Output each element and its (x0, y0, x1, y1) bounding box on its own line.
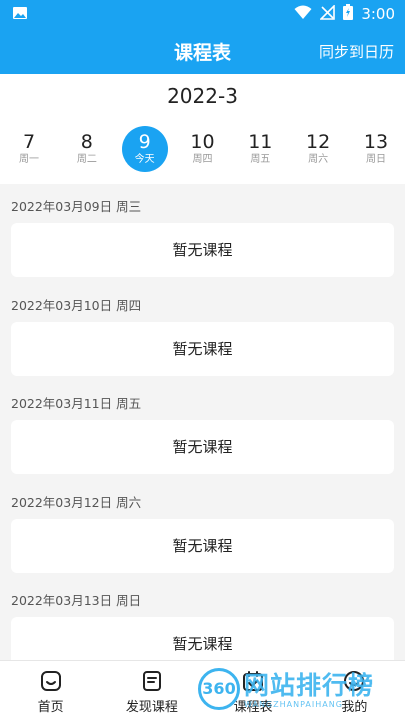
day-cell-13[interactable]: 13 周日 (348, 126, 404, 178)
tab-label: 首页 (37, 700, 64, 715)
empty-course-card: 暂无课程 (11, 223, 394, 277)
day-weekday: 周五 (250, 154, 271, 165)
day-weekday: 周一 (19, 154, 39, 165)
day-number: 8 (80, 131, 93, 153)
battery-icon (343, 4, 354, 24)
discover-icon (141, 670, 163, 692)
day-weekday: 今天 (134, 154, 155, 165)
day-cell-8[interactable]: 8 周二 (59, 126, 115, 178)
day-weekday: 周日 (365, 154, 386, 165)
day-cell-today[interactable]: 9 今天 (117, 126, 173, 178)
day-cell-10[interactable]: 10 周四 (174, 126, 230, 178)
signal-off-icon (319, 3, 336, 24)
empty-course-card: 暂无课程 (11, 617, 394, 660)
tab-label: 课程表 (233, 700, 273, 715)
tab-timetable[interactable]: 课程表 (203, 661, 304, 720)
status-bar: 3:00 (0, 0, 405, 28)
schedule-date: 2022年03月09日 周三 (11, 199, 142, 214)
tab-discover-courses[interactable]: 发现课程 (101, 661, 202, 720)
day-number: 13 (363, 131, 389, 153)
schedule-date: 2022年03月12日 周六 (11, 494, 142, 510)
tab-home[interactable]: 首页 (0, 661, 101, 720)
image-notification-icon (12, 5, 28, 25)
day-number: 12 (306, 131, 331, 153)
tab-label: 我的 (341, 700, 368, 715)
home-icon (40, 670, 62, 692)
schedule-day-group: 2022年03月13日 周日 暂无课程 (0, 578, 405, 660)
sync-to-calendar-button[interactable]: 同步到日历 (319, 41, 394, 62)
schedule-date: 2022年03月13日 周日 (11, 593, 142, 608)
day-weekday: 周四 (192, 154, 213, 165)
calendar-icon (242, 670, 264, 692)
schedule-list[interactable]: 2022年03月09日 周三 暂无课程 2022年03月10日 周四 暂无课程 … (0, 184, 405, 660)
schedule-day-group: 2022年03月09日 周三 暂无课程 (0, 184, 405, 283)
empty-course-card: 暂无课程 (11, 518, 394, 573)
app-header: 课程表 同步到日历 (0, 28, 405, 74)
schedule-day-group: 2022年03月11日 周五 暂无课程 (0, 381, 405, 480)
bottom-tab-bar: 首页 发现课程 课程表 我的 (0, 660, 405, 720)
schedule-day-group: 2022年03月12日 周六 暂无课程 (0, 480, 405, 579)
schedule-date: 2022年03月10日 周四 (11, 297, 142, 313)
empty-course-card: 暂无课程 (11, 420, 394, 474)
week-calendar: 2022-3 7 周一 8 周二 9 今天 10 周四 11 周五 12 周六 13 周日 (0, 74, 405, 184)
day-cell-12[interactable]: 12 周六 (290, 126, 346, 178)
day-cell-7[interactable]: 7 周一 (1, 126, 57, 178)
week-days: 7 周一 8 周二 9 今天 10 周四 11 周五 12 周六 13 周日 (0, 126, 405, 178)
day-number: 7 (22, 131, 36, 153)
day-cell-11[interactable]: 11 周五 (232, 126, 288, 178)
month-title: 2022-3 (167, 84, 238, 108)
wifi-icon (294, 5, 312, 24)
tab-label: 发现课程 (125, 700, 178, 715)
status-time: 3:00 (361, 5, 395, 23)
empty-course-card: 暂无课程 (11, 321, 394, 376)
day-number: 10 (190, 131, 215, 153)
day-number: 9 (138, 131, 151, 153)
schedule-date: 2022年03月11日 周五 (11, 396, 142, 411)
profile-icon (343, 670, 365, 692)
day-number: 11 (248, 131, 273, 153)
day-weekday: 周二 (76, 154, 97, 165)
tab-profile[interactable]: 我的 (304, 661, 405, 720)
day-weekday: 周六 (308, 154, 329, 165)
schedule-day-group: 2022年03月10日 周四 暂无课程 (0, 283, 405, 382)
